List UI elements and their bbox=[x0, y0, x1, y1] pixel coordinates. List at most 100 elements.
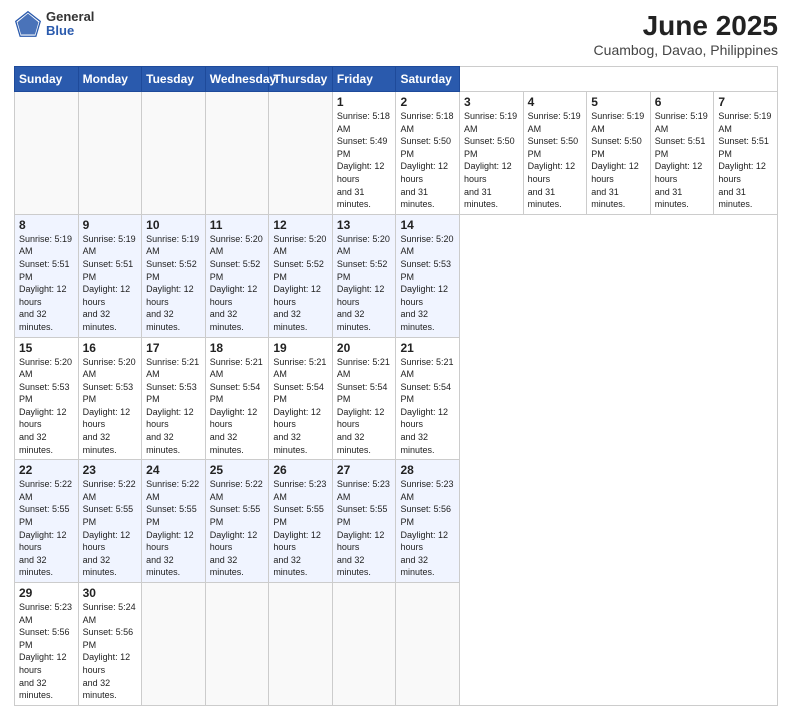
day-info: Sunrise: 5:19 AMSunset: 5:51 PMDaylight:… bbox=[718, 110, 773, 211]
calendar-cell: 21Sunrise: 5:21 AMSunset: 5:54 PMDayligh… bbox=[396, 337, 460, 460]
day-info: Sunrise: 5:23 AMSunset: 5:55 PMDaylight:… bbox=[337, 478, 392, 579]
calendar-title: June 2025 bbox=[594, 10, 778, 42]
calendar-cell: 9Sunrise: 5:19 AMSunset: 5:51 PMDaylight… bbox=[78, 214, 142, 337]
day-number: 21 bbox=[400, 341, 455, 355]
calendar-cell: 6Sunrise: 5:19 AMSunset: 5:51 PMDaylight… bbox=[650, 92, 714, 215]
calendar-cell: 22Sunrise: 5:22 AMSunset: 5:55 PMDayligh… bbox=[15, 460, 79, 583]
calendar-day-header: Tuesday bbox=[142, 67, 206, 92]
day-number: 6 bbox=[655, 95, 710, 109]
calendar-subtitle: Cuambog, Davao, Philippines bbox=[594, 42, 778, 58]
calendar-cell: 24Sunrise: 5:22 AMSunset: 5:55 PMDayligh… bbox=[142, 460, 206, 583]
page: General Blue June 2025 Cuambog, Davao, P… bbox=[0, 0, 792, 612]
day-info: Sunrise: 5:18 AMSunset: 5:50 PMDaylight:… bbox=[400, 110, 455, 211]
calendar-cell: 7Sunrise: 5:19 AMSunset: 5:51 PMDaylight… bbox=[714, 92, 778, 215]
calendar-day-header: Sunday bbox=[15, 67, 79, 92]
day-info: Sunrise: 5:19 AMSunset: 5:51 PMDaylight:… bbox=[83, 233, 138, 334]
header: General Blue June 2025 Cuambog, Davao, P… bbox=[14, 10, 778, 58]
calendar-cell bbox=[15, 92, 79, 215]
calendar-day-header: Friday bbox=[332, 67, 396, 92]
calendar-cell: 15Sunrise: 5:20 AMSunset: 5:53 PMDayligh… bbox=[15, 337, 79, 460]
calendar-cell bbox=[332, 583, 396, 706]
day-number: 16 bbox=[83, 341, 138, 355]
calendar-cell bbox=[78, 92, 142, 215]
calendar-week-row: 15Sunrise: 5:20 AMSunset: 5:53 PMDayligh… bbox=[15, 337, 778, 460]
day-info: Sunrise: 5:19 AMSunset: 5:50 PMDaylight:… bbox=[528, 110, 583, 211]
day-number: 14 bbox=[400, 218, 455, 232]
calendar-cell: 30Sunrise: 5:24 AMSunset: 5:56 PMDayligh… bbox=[78, 583, 142, 706]
day-info: Sunrise: 5:23 AMSunset: 5:55 PMDaylight:… bbox=[273, 478, 328, 579]
calendar-cell: 11Sunrise: 5:20 AMSunset: 5:52 PMDayligh… bbox=[205, 214, 269, 337]
calendar-cell: 1Sunrise: 5:18 AMSunset: 5:49 PMDaylight… bbox=[332, 92, 396, 215]
calendar-cell: 12Sunrise: 5:20 AMSunset: 5:52 PMDayligh… bbox=[269, 214, 333, 337]
day-info: Sunrise: 5:22 AMSunset: 5:55 PMDaylight:… bbox=[210, 478, 265, 579]
calendar-cell: 10Sunrise: 5:19 AMSunset: 5:52 PMDayligh… bbox=[142, 214, 206, 337]
calendar-cell: 5Sunrise: 5:19 AMSunset: 5:50 PMDaylight… bbox=[587, 92, 651, 215]
day-info: Sunrise: 5:19 AMSunset: 5:50 PMDaylight:… bbox=[591, 110, 646, 211]
day-info: Sunrise: 5:20 AMSunset: 5:52 PMDaylight:… bbox=[337, 233, 392, 334]
calendar-cell: 8Sunrise: 5:19 AMSunset: 5:51 PMDaylight… bbox=[15, 214, 79, 337]
day-info: Sunrise: 5:21 AMSunset: 5:54 PMDaylight:… bbox=[337, 356, 392, 457]
calendar-cell: 13Sunrise: 5:20 AMSunset: 5:52 PMDayligh… bbox=[332, 214, 396, 337]
day-number: 25 bbox=[210, 463, 265, 477]
day-info: Sunrise: 5:19 AMSunset: 5:50 PMDaylight:… bbox=[464, 110, 519, 211]
day-info: Sunrise: 5:18 AMSunset: 5:49 PMDaylight:… bbox=[337, 110, 392, 211]
day-number: 20 bbox=[337, 341, 392, 355]
day-info: Sunrise: 5:21 AMSunset: 5:54 PMDaylight:… bbox=[210, 356, 265, 457]
day-number: 1 bbox=[337, 95, 392, 109]
calendar-week-row: 29Sunrise: 5:23 AMSunset: 5:56 PMDayligh… bbox=[15, 583, 778, 706]
day-number: 10 bbox=[146, 218, 201, 232]
calendar-cell: 20Sunrise: 5:21 AMSunset: 5:54 PMDayligh… bbox=[332, 337, 396, 460]
day-number: 5 bbox=[591, 95, 646, 109]
day-info: Sunrise: 5:20 AMSunset: 5:53 PMDaylight:… bbox=[83, 356, 138, 457]
calendar-week-row: 8Sunrise: 5:19 AMSunset: 5:51 PMDaylight… bbox=[15, 214, 778, 337]
day-number: 17 bbox=[146, 341, 201, 355]
day-info: Sunrise: 5:23 AMSunset: 5:56 PMDaylight:… bbox=[19, 601, 74, 702]
calendar-cell bbox=[142, 92, 206, 215]
calendar-cell bbox=[142, 583, 206, 706]
day-info: Sunrise: 5:19 AMSunset: 5:51 PMDaylight:… bbox=[19, 233, 74, 334]
day-info: Sunrise: 5:22 AMSunset: 5:55 PMDaylight:… bbox=[146, 478, 201, 579]
calendar-cell bbox=[269, 92, 333, 215]
day-info: Sunrise: 5:23 AMSunset: 5:56 PMDaylight:… bbox=[400, 478, 455, 579]
title-area: June 2025 Cuambog, Davao, Philippines bbox=[594, 10, 778, 58]
calendar-week-row: 22Sunrise: 5:22 AMSunset: 5:55 PMDayligh… bbox=[15, 460, 778, 583]
day-info: Sunrise: 5:21 AMSunset: 5:53 PMDaylight:… bbox=[146, 356, 201, 457]
day-info: Sunrise: 5:22 AMSunset: 5:55 PMDaylight:… bbox=[83, 478, 138, 579]
calendar-cell: 19Sunrise: 5:21 AMSunset: 5:54 PMDayligh… bbox=[269, 337, 333, 460]
day-info: Sunrise: 5:20 AMSunset: 5:53 PMDaylight:… bbox=[19, 356, 74, 457]
day-number: 23 bbox=[83, 463, 138, 477]
calendar-cell: 4Sunrise: 5:19 AMSunset: 5:50 PMDaylight… bbox=[523, 92, 587, 215]
day-info: Sunrise: 5:19 AMSunset: 5:52 PMDaylight:… bbox=[146, 233, 201, 334]
calendar-cell: 3Sunrise: 5:19 AMSunset: 5:50 PMDaylight… bbox=[460, 92, 524, 215]
day-info: Sunrise: 5:22 AMSunset: 5:55 PMDaylight:… bbox=[19, 478, 74, 579]
logo-line1: General bbox=[46, 10, 94, 24]
day-number: 26 bbox=[273, 463, 328, 477]
day-number: 24 bbox=[146, 463, 201, 477]
calendar-cell: 14Sunrise: 5:20 AMSunset: 5:53 PMDayligh… bbox=[396, 214, 460, 337]
day-info: Sunrise: 5:19 AMSunset: 5:51 PMDaylight:… bbox=[655, 110, 710, 211]
day-number: 9 bbox=[83, 218, 138, 232]
day-number: 7 bbox=[718, 95, 773, 109]
day-number: 30 bbox=[83, 586, 138, 600]
day-number: 8 bbox=[19, 218, 74, 232]
calendar-day-header: Monday bbox=[78, 67, 142, 92]
day-info: Sunrise: 5:20 AMSunset: 5:52 PMDaylight:… bbox=[210, 233, 265, 334]
day-number: 28 bbox=[400, 463, 455, 477]
calendar-table: SundayMondayTuesdayWednesdayThursdayFrid… bbox=[14, 66, 778, 706]
day-number: 4 bbox=[528, 95, 583, 109]
calendar-cell bbox=[396, 583, 460, 706]
day-info: Sunrise: 5:20 AMSunset: 5:52 PMDaylight:… bbox=[273, 233, 328, 334]
calendar-day-header: Thursday bbox=[269, 67, 333, 92]
calendar-cell: 26Sunrise: 5:23 AMSunset: 5:55 PMDayligh… bbox=[269, 460, 333, 583]
day-number: 13 bbox=[337, 218, 392, 232]
day-number: 27 bbox=[337, 463, 392, 477]
logo-icon bbox=[14, 10, 42, 38]
day-number: 15 bbox=[19, 341, 74, 355]
calendar-day-header: Wednesday bbox=[205, 67, 269, 92]
day-number: 29 bbox=[19, 586, 74, 600]
day-info: Sunrise: 5:20 AMSunset: 5:53 PMDaylight:… bbox=[400, 233, 455, 334]
calendar-day-header: Saturday bbox=[396, 67, 460, 92]
calendar-cell bbox=[205, 92, 269, 215]
calendar-cell: 2Sunrise: 5:18 AMSunset: 5:50 PMDaylight… bbox=[396, 92, 460, 215]
day-number: 22 bbox=[19, 463, 74, 477]
